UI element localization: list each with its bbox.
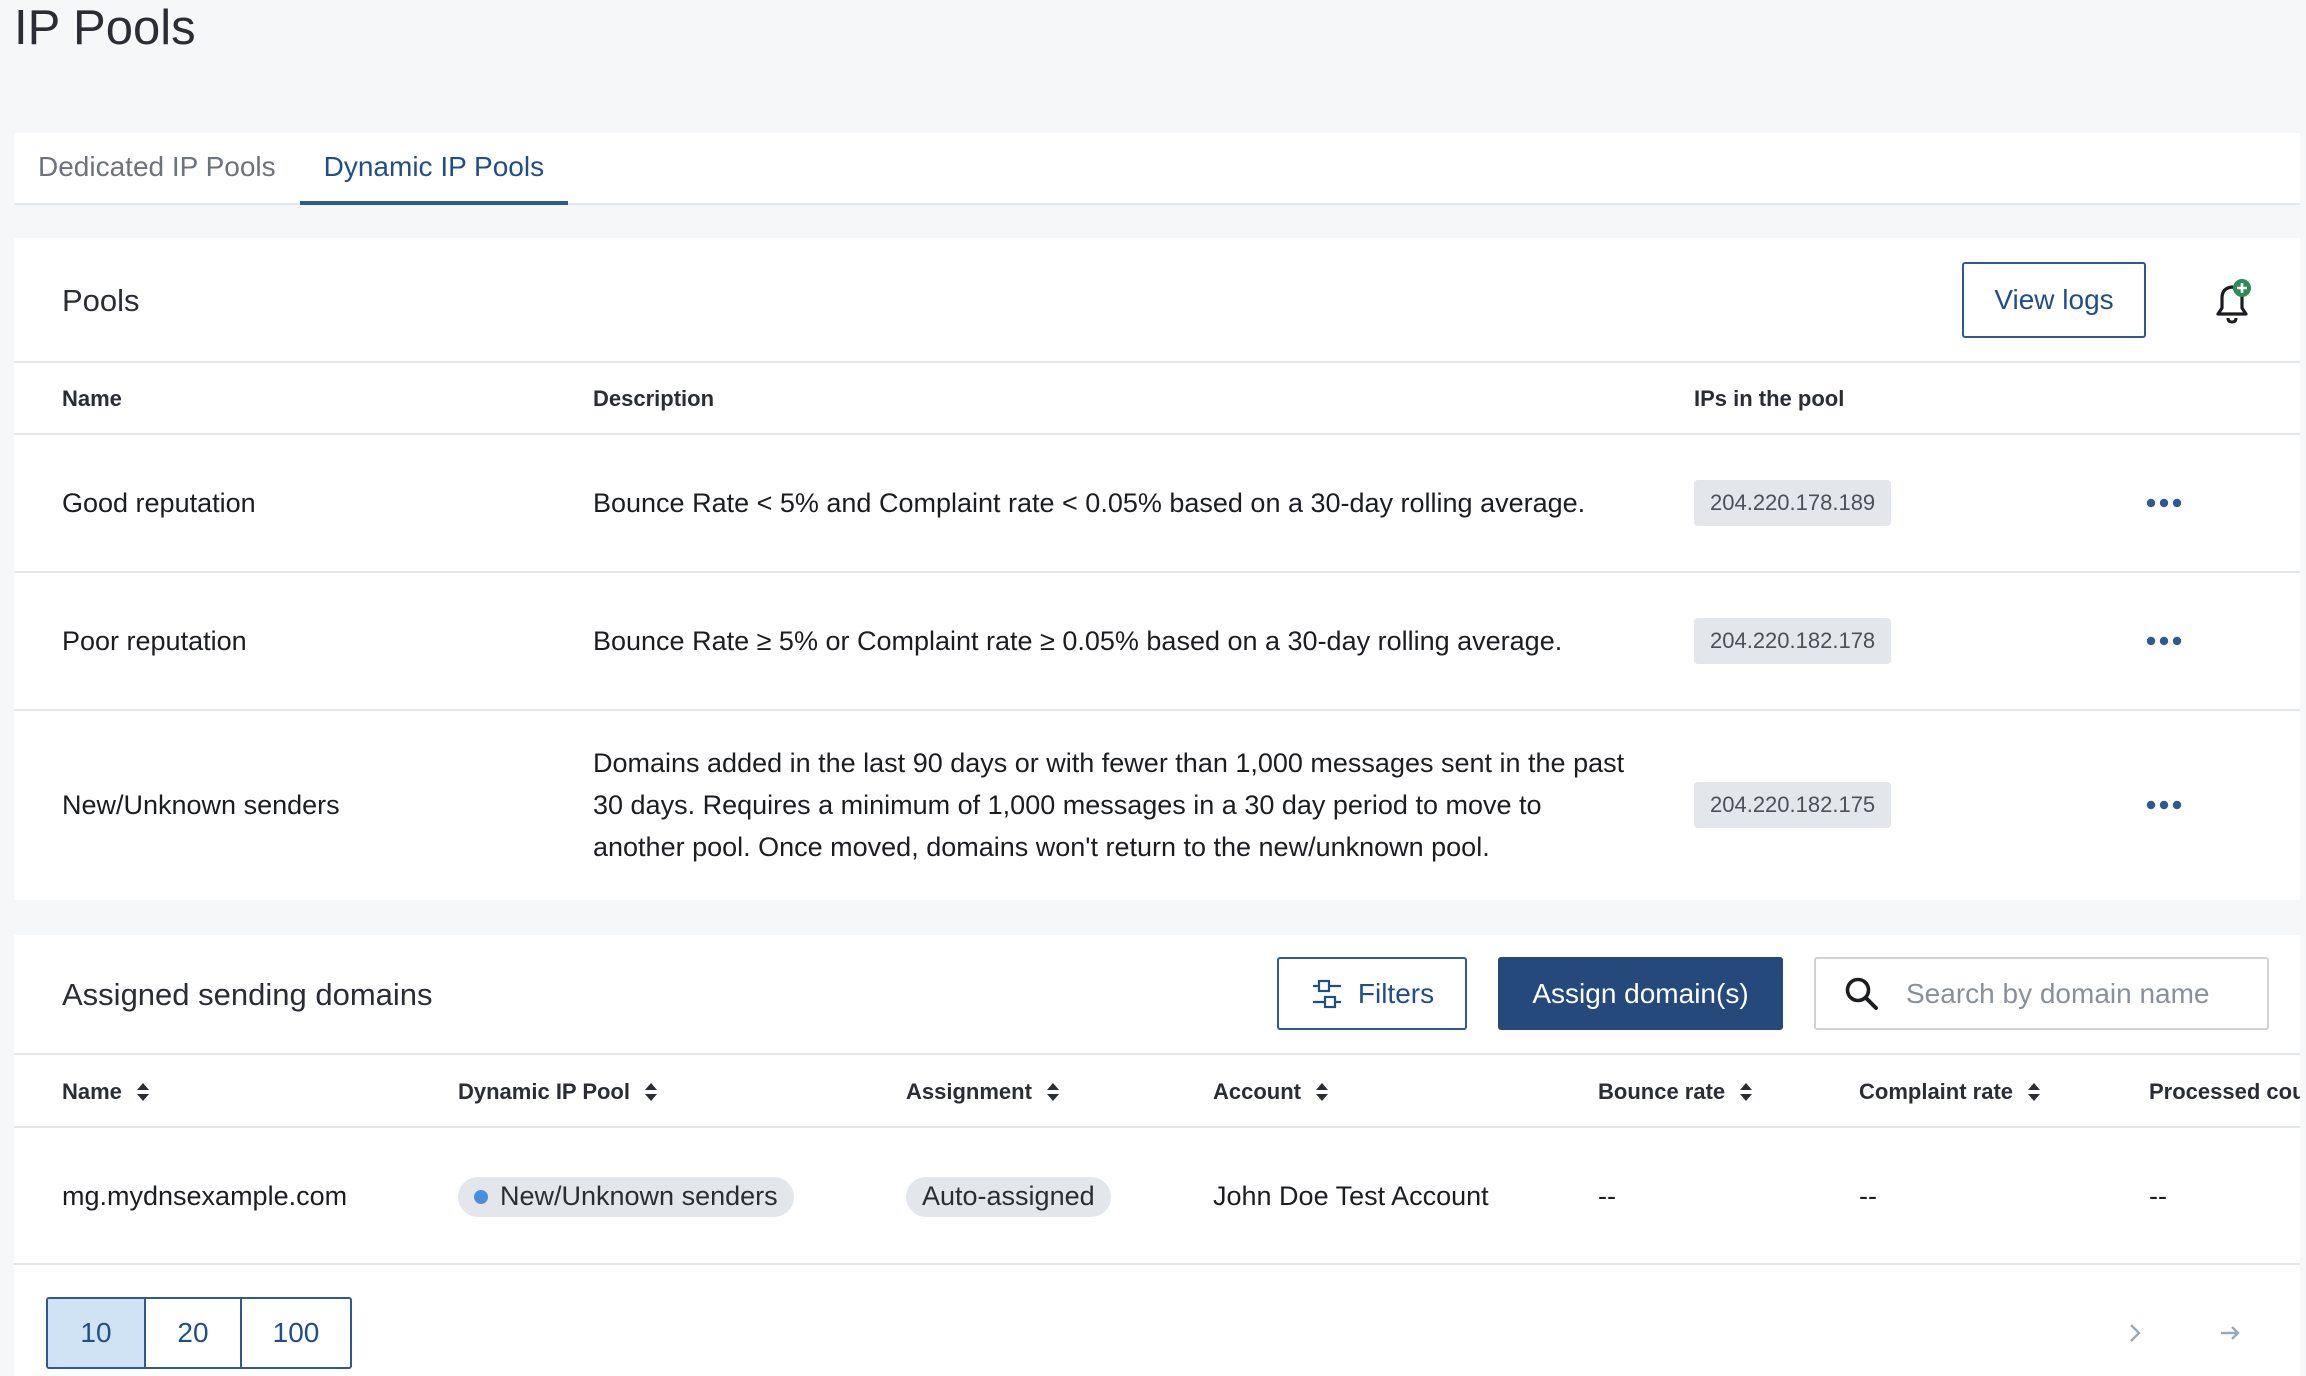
pool-description: Domains added in the last 90 days or wit… xyxy=(593,748,1625,862)
search-field[interactable] xyxy=(1814,957,2269,1030)
status-dot xyxy=(474,1189,488,1204)
column-header-description: Description xyxy=(593,386,715,411)
processed-count-value: -- xyxy=(2149,1181,2167,1211)
tab-dynamic-ip-pools[interactable]: Dynamic IP Pools xyxy=(299,133,569,205)
pool-name: Good reputation xyxy=(62,487,256,518)
chevron-right-icon[interactable] xyxy=(2120,1315,2150,1351)
column-header-bounce-rate[interactable]: Bounce rate xyxy=(1598,1055,1753,1126)
tab-dedicated-ip-pools[interactable]: Dedicated IP Pools xyxy=(14,133,300,205)
search-input[interactable] xyxy=(1906,977,2246,1010)
table-row: New/Unknown senders Domains added in the… xyxy=(14,711,2300,899)
domains-table-header: Name Dynamic IP Pool Assignment Account … xyxy=(14,1055,2300,1128)
sort-icon xyxy=(136,1082,149,1101)
table-row: Poor reputation Bounce Rate ≥ 5% or Comp… xyxy=(14,573,2300,711)
sort-icon xyxy=(644,1082,657,1101)
column-header-account[interactable]: Account xyxy=(1213,1055,1329,1126)
sort-icon xyxy=(2028,1082,2041,1101)
column-header-pool[interactable]: Dynamic IP Pool xyxy=(458,1055,658,1126)
column-header-assignment[interactable]: Assignment xyxy=(906,1055,1060,1126)
pool-name: New/Unknown senders xyxy=(62,789,340,820)
ip-badge: 204.220.182.175 xyxy=(1694,782,1892,828)
page-size-10[interactable]: 10 xyxy=(48,1299,144,1367)
sort-icon xyxy=(1316,1082,1328,1101)
assign-domains-button[interactable]: Assign domain(s) xyxy=(1498,957,1783,1030)
column-header-name[interactable]: Name xyxy=(62,1055,150,1126)
bell-plus-icon[interactable] xyxy=(2208,278,2252,326)
tab-bar: Dedicated IP Pools Dynamic IP Pools xyxy=(14,133,2300,205)
sort-icon xyxy=(1740,1082,1753,1101)
sliders-icon xyxy=(1312,979,1341,1008)
bounce-rate-value: -- xyxy=(1598,1181,1616,1211)
pools-header: Pools View logs xyxy=(14,238,2300,363)
pool-description: Bounce Rate ≥ 5% or Complaint rate ≥ 0.0… xyxy=(593,626,1563,656)
pool-name: Poor reputation xyxy=(62,625,247,656)
column-header-complaint-rate[interactable]: Complaint rate xyxy=(1859,1055,2041,1126)
pools-table-header: Name Description IPs in the pool xyxy=(14,363,2300,435)
search-icon xyxy=(1845,977,1878,1010)
domains-header: Assigned sending domains Filters Assign … xyxy=(14,935,2300,1055)
column-header-processed-count[interactable]: Processed count xyxy=(2149,1055,2300,1126)
ip-badge: 204.220.182.178 xyxy=(1694,618,1892,664)
page-title: IP Pools xyxy=(14,1,196,55)
domains-title: Assigned sending domains xyxy=(62,977,433,1012)
page-size-20[interactable]: 20 xyxy=(144,1299,240,1367)
pools-title: Pools xyxy=(62,282,140,318)
domain-name[interactable]: mg.mydnsexample.com xyxy=(62,1128,347,1265)
filters-label: Filters xyxy=(1357,977,1435,1009)
account-name: John Doe Test Account xyxy=(1213,1181,1489,1211)
complaint-rate-value: -- xyxy=(1859,1181,1877,1211)
table-row: mg.mydnsexample.com New/Unknown senders … xyxy=(14,1128,2300,1265)
page-size-100[interactable]: 100 xyxy=(240,1299,350,1367)
pool-pill: New/Unknown senders xyxy=(458,1176,794,1217)
assigned-domains-card: Assigned sending domains Filters Assign … xyxy=(14,935,2300,1376)
column-header-ips: IPs in the pool xyxy=(1694,386,1845,411)
more-horizontal-icon[interactable] xyxy=(2134,711,2194,899)
view-logs-button[interactable]: View logs xyxy=(1962,262,2146,338)
assignment-pill: Auto-assigned xyxy=(906,1176,1111,1217)
page-size-selector: 10 20 100 xyxy=(46,1297,352,1369)
arrow-right-icon[interactable] xyxy=(2212,1315,2248,1351)
table-row: Good reputation Bounce Rate < 5% and Com… xyxy=(14,435,2300,573)
more-horizontal-icon[interactable] xyxy=(2134,435,2194,571)
filters-button[interactable]: Filters xyxy=(1277,957,1467,1030)
pools-card: Pools View logs Name Description IPs in … xyxy=(14,238,2300,900)
more-horizontal-icon[interactable] xyxy=(2134,573,2194,709)
pool-description: Bounce Rate < 5% and Complaint rate < 0.… xyxy=(593,488,1586,518)
ip-badge: 204.220.178.189 xyxy=(1694,480,1892,526)
column-header-name: Name xyxy=(62,386,122,411)
sort-icon xyxy=(1046,1082,1059,1101)
